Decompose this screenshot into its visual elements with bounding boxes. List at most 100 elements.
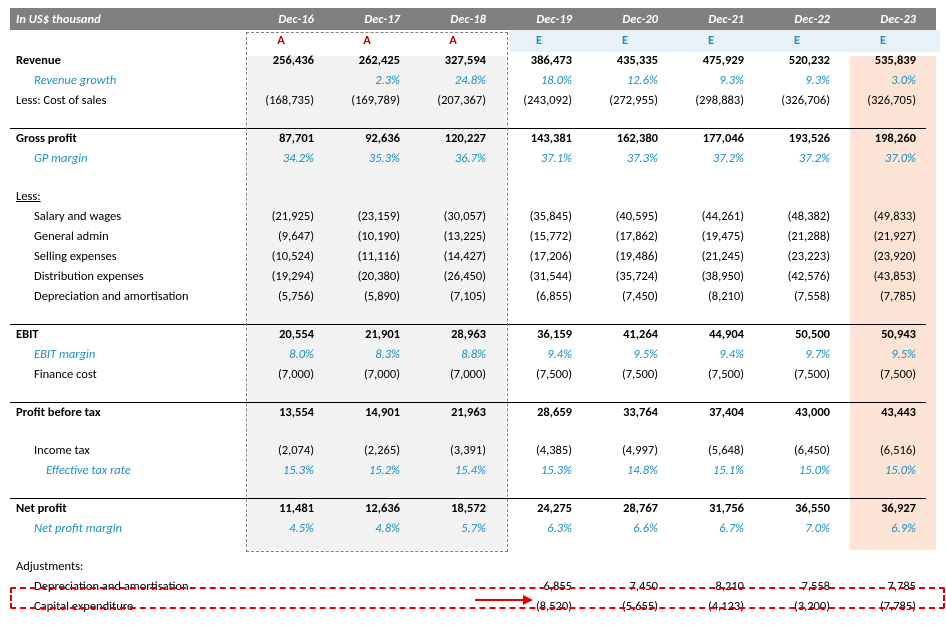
row-label: Gross profit bbox=[10, 131, 238, 146]
table-row: Profit before tax13,55414,90121,96328,65… bbox=[10, 402, 936, 422]
cell: 12,636 bbox=[324, 501, 410, 516]
period-type: A bbox=[324, 33, 410, 48]
row-label: Adjustments: bbox=[10, 559, 238, 574]
cell: (23,920) bbox=[840, 249, 926, 264]
row-label: Revenue bbox=[10, 53, 238, 68]
cell: (8,520) bbox=[496, 599, 582, 614]
cell: (17,206) bbox=[496, 249, 582, 264]
col-head: Dec-17 bbox=[324, 12, 410, 27]
cell: 386,473 bbox=[496, 53, 582, 68]
cell: (7,105) bbox=[410, 289, 496, 304]
col-head: Dec-21 bbox=[668, 12, 754, 27]
row-label: Net profit margin bbox=[10, 521, 238, 536]
blank-row bbox=[10, 306, 936, 324]
table-row: Depreciation and amortisation6,8557,4508… bbox=[10, 576, 936, 596]
cell: 50,943 bbox=[840, 327, 926, 342]
cell: (7,500) bbox=[582, 367, 668, 382]
period-type: E bbox=[840, 33, 926, 48]
cell: 327,594 bbox=[410, 53, 496, 68]
cell: 20,554 bbox=[238, 327, 324, 342]
cell: (207,367) bbox=[410, 93, 496, 108]
cell: 12.6% bbox=[582, 73, 668, 88]
table-row: General admin(9,647)(10,190)(13,225)(15,… bbox=[10, 226, 936, 246]
cell: (38,950) bbox=[668, 269, 754, 284]
cell: (21,288) bbox=[754, 229, 840, 244]
cell: (26,450) bbox=[410, 269, 496, 284]
cell: 92,636 bbox=[324, 131, 410, 146]
cell: (6,855) bbox=[496, 289, 582, 304]
cell: (15,772) bbox=[496, 229, 582, 244]
cell: (14,427) bbox=[410, 249, 496, 264]
cell: (7,558) bbox=[754, 289, 840, 304]
cell: 21,963 bbox=[410, 405, 496, 420]
cell: 9.7% bbox=[754, 347, 840, 362]
col-head: Dec-18 bbox=[410, 12, 496, 27]
cell: (6,450) bbox=[754, 443, 840, 458]
cell: (11,116) bbox=[324, 249, 410, 264]
cell: 193,526 bbox=[754, 131, 840, 146]
cell: (7,500) bbox=[668, 367, 754, 382]
cell: (21,927) bbox=[840, 229, 926, 244]
table-row: Finance cost(7,000)(7,000)(7,000)(7,500)… bbox=[10, 364, 936, 384]
blank-row bbox=[10, 110, 936, 128]
cell: 18,572 bbox=[410, 501, 496, 516]
cell: (13,225) bbox=[410, 229, 496, 244]
row-label: EBIT bbox=[10, 327, 238, 342]
cell: (31,544) bbox=[496, 269, 582, 284]
cell: 9.4% bbox=[496, 347, 582, 362]
table-row: Revenue growth2.3%24.8%18.0%12.6%9.3%9.3… bbox=[10, 70, 936, 90]
cell: 24,275 bbox=[496, 501, 582, 516]
cell: (35,845) bbox=[496, 209, 582, 224]
cell: 5.7% bbox=[410, 521, 496, 536]
row-label: Profit before tax bbox=[10, 405, 238, 420]
cell: (8,210) bbox=[668, 289, 754, 304]
row-label: Effective tax rate bbox=[10, 463, 238, 478]
cell: 37.2% bbox=[754, 151, 840, 166]
cell: (3,391) bbox=[410, 443, 496, 458]
period-type: E bbox=[496, 33, 582, 48]
cell: 520,232 bbox=[754, 53, 840, 68]
cell: 28,767 bbox=[582, 501, 668, 516]
cell: 13,554 bbox=[238, 405, 324, 420]
cell: (298,883) bbox=[668, 93, 754, 108]
table-row: Less: bbox=[10, 186, 936, 206]
cell: 21,901 bbox=[324, 327, 410, 342]
cell: 15.0% bbox=[840, 463, 926, 478]
cell: 41,264 bbox=[582, 327, 668, 342]
cell: (19,486) bbox=[582, 249, 668, 264]
cell: (23,159) bbox=[324, 209, 410, 224]
cell: 143,381 bbox=[496, 131, 582, 146]
cell: 120,227 bbox=[410, 131, 496, 146]
cell: 7.0% bbox=[754, 521, 840, 536]
cell: 37.2% bbox=[668, 151, 754, 166]
cell: 7,558 bbox=[754, 579, 840, 594]
cell: (9,647) bbox=[238, 229, 324, 244]
cell: (23,223) bbox=[754, 249, 840, 264]
cell: (7,450) bbox=[582, 289, 668, 304]
cell: 34.2% bbox=[238, 151, 324, 166]
cell: 9.4% bbox=[668, 347, 754, 362]
cell: 7,450 bbox=[582, 579, 668, 594]
cell: (35,724) bbox=[582, 269, 668, 284]
cell: 36,550 bbox=[754, 501, 840, 516]
period-type: E bbox=[754, 33, 840, 48]
row-label: EBIT margin bbox=[10, 347, 238, 362]
cell: (10,190) bbox=[324, 229, 410, 244]
table-row: Income tax(2,074)(2,265)(3,391)(4,385)(4… bbox=[10, 440, 936, 460]
cell: 43,443 bbox=[840, 405, 926, 420]
cell: 8.3% bbox=[324, 347, 410, 362]
cell: 475,929 bbox=[668, 53, 754, 68]
cell: (5,655) bbox=[582, 599, 668, 614]
cell: 4.5% bbox=[238, 521, 324, 536]
cell: 36,159 bbox=[496, 327, 582, 342]
cell: (6,516) bbox=[840, 443, 926, 458]
cell: 6.7% bbox=[668, 521, 754, 536]
cell: (10,524) bbox=[238, 249, 324, 264]
table-body: Revenue256,436262,425327,594386,473435,3… bbox=[10, 50, 936, 616]
cell: (7,000) bbox=[410, 367, 496, 382]
cell: 6.3% bbox=[496, 521, 582, 536]
table-row: Distribution expenses(19,294)(20,380)(26… bbox=[10, 266, 936, 286]
cell: 35.3% bbox=[324, 151, 410, 166]
cell: 15.0% bbox=[754, 463, 840, 478]
col-head: Dec-20 bbox=[582, 12, 668, 27]
